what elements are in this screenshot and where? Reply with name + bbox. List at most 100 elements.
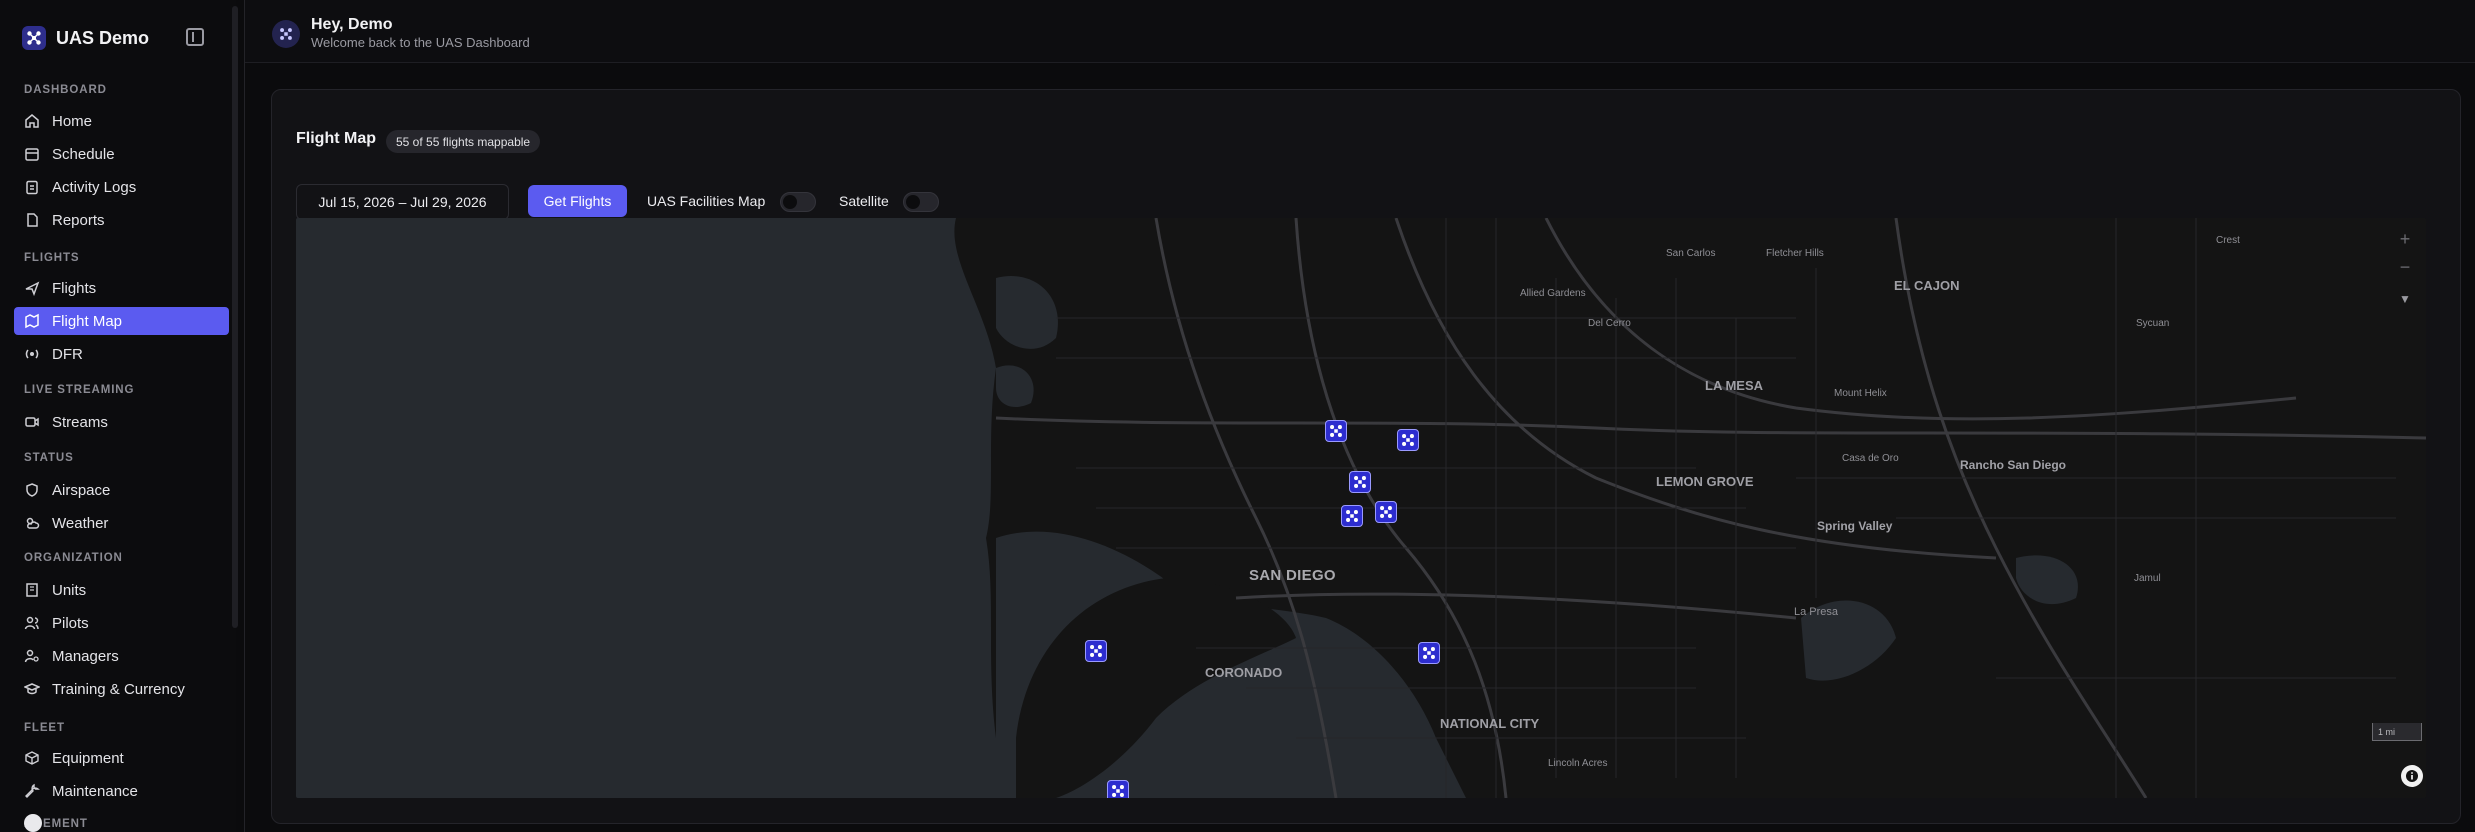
place-label: LEMON GROVE <box>1656 474 1754 489</box>
flight-marker[interactable] <box>1085 640 1107 662</box>
zoom-out-button[interactable]: − <box>2392 254 2418 280</box>
brand[interactable]: UAS Demo <box>22 26 149 50</box>
drone-icon <box>1112 785 1124 797</box>
users-icon <box>24 615 40 631</box>
sidebar-item-managers[interactable]: Managers <box>14 642 229 670</box>
sidebar-item-pilots[interactable]: Pilots <box>14 609 229 637</box>
get-flights-button[interactable]: Get Flights <box>528 185 627 217</box>
place-label: EL CAJON <box>1894 278 1960 293</box>
greeting-subtitle: Welcome back to the UAS Dashboard <box>311 35 530 50</box>
place-label: CORONADO <box>1205 665 1283 680</box>
clipboard-icon <box>24 179 40 195</box>
calendar-icon <box>24 146 40 162</box>
sidebar-item-label: Airspace <box>52 481 111 499</box>
drone-icon <box>1090 645 1102 657</box>
flight-marker[interactable] <box>1375 501 1397 523</box>
facilities-toggle[interactable] <box>780 192 816 212</box>
user-cog-icon <box>24 648 40 664</box>
sidebar-item-label: Schedule <box>52 145 115 163</box>
place-label: NATIONAL CITY <box>1440 716 1540 731</box>
place-label: Lincoln Acres <box>1548 758 1608 769</box>
map-icon <box>24 313 40 329</box>
flight-map[interactable]: SAN DIEGO CORONADO NATIONAL CITY LA MESA… <box>296 218 2426 798</box>
zoom-in-button[interactable]: + <box>2392 226 2418 252</box>
flight-marker[interactable] <box>1397 429 1419 451</box>
attribution-info-icon[interactable] <box>2401 765 2423 787</box>
drone-icon <box>1402 434 1414 446</box>
drone-icon <box>1423 647 1435 659</box>
management-icon <box>24 814 42 832</box>
nav-section-title: FLIGHTS <box>24 252 80 264</box>
weather-icon <box>24 515 40 531</box>
sidebar-item-maintenance[interactable]: Maintenance <box>14 777 229 805</box>
place-label: San Carlos <box>1666 248 1716 259</box>
place-label: Crest <box>2216 235 2240 246</box>
sidebar-item-home[interactable]: Home <box>14 107 229 135</box>
place-label: Jamul <box>2134 573 2161 584</box>
flight-marker[interactable] <box>1418 642 1440 664</box>
sidebar-item-units[interactable]: Units <box>14 576 229 604</box>
flight-marker[interactable] <box>1341 505 1363 527</box>
radio-icon <box>24 346 40 362</box>
place-label: La Presa <box>1794 606 1839 618</box>
place-label: SAN DIEGO <box>1249 567 1336 584</box>
building-icon <box>24 582 40 598</box>
drone-icon <box>1354 476 1366 488</box>
compass-button[interactable]: ▼ <box>2392 286 2418 312</box>
sidebar-item-label: Streams <box>52 413 108 431</box>
date-range-picker[interactable]: Jul 15, 2026 – Jul 29, 2026 <box>296 184 509 220</box>
sidebar-item-reports[interactable]: Reports <box>14 206 229 234</box>
sidebar-scrollbar[interactable] <box>232 6 238 628</box>
sidebar-item-label: Activity Logs <box>52 178 137 196</box>
mappable-count-badge: 55 of 55 flights mappable <box>386 130 541 153</box>
flight-marker[interactable] <box>1349 471 1371 493</box>
sidebar-item-flight-map[interactable]: Flight Map <box>14 307 229 335</box>
plane-icon <box>24 280 40 296</box>
page-title: Flight Map <box>296 130 376 147</box>
shield-icon <box>24 482 40 498</box>
place-label: Spring Valley <box>1817 519 1893 533</box>
nav-section-title: ORGANIZATION <box>24 552 123 564</box>
sidebar-item-dfr[interactable]: DFR <box>14 340 229 368</box>
facilities-toggle-label: UAS Facilities Map <box>647 193 766 209</box>
drone-icon <box>1380 506 1392 518</box>
nav-section-title: STATUS <box>24 452 74 464</box>
sidebar: UAS Demo DASHBOARD Home Schedule Activity L… <box>0 0 236 832</box>
satellite-toggle[interactable] <box>903 192 939 212</box>
home-icon <box>24 113 40 129</box>
avatar[interactable] <box>272 20 300 48</box>
sidebar-item-label: Flight Map <box>52 312 123 330</box>
box-icon <box>24 750 40 766</box>
file-icon <box>24 212 40 228</box>
place-label: Rancho San Diego <box>1960 458 2067 472</box>
satellite-toggle-label: Satellite <box>839 193 889 209</box>
sidebar-item-label: Units <box>52 581 87 599</box>
sidebar-divider <box>244 0 245 832</box>
greeting: Hey, Demo <box>311 16 393 33</box>
flight-marker[interactable] <box>1325 420 1347 442</box>
nav-section-title: LIVE STREAMING <box>24 384 135 396</box>
sidebar-item-label: Training & Currency <box>52 680 185 698</box>
sidebar-toggle-icon[interactable] <box>186 28 204 46</box>
sidebar-item-label: DFR <box>52 345 83 363</box>
wrench-icon <box>24 783 40 799</box>
sidebar-item-equipment[interactable]: Equipment <box>14 744 229 772</box>
sidebar-item-label: Equipment <box>52 749 124 767</box>
sidebar-item-weather[interactable]: Weather <box>14 509 229 537</box>
place-label: Mount Helix <box>1834 388 1887 399</box>
sidebar-item-streams[interactable]: Streams <box>14 408 229 436</box>
sidebar-item-training-currency[interactable]: Training & Currency <box>14 675 229 703</box>
flight-marker[interactable] <box>1107 780 1129 798</box>
place-label: LA MESA <box>1705 378 1764 393</box>
sidebar-item-flights[interactable]: Flights <box>14 274 229 302</box>
nav-section-title: DASHBOARD <box>24 84 107 96</box>
sidebar-item-label: Home <box>52 112 93 130</box>
place-label: Sycuan <box>2136 318 2170 329</box>
sidebar-item-airspace[interactable]: Airspace <box>14 476 229 504</box>
sidebar-item-activity-logs[interactable]: Activity Logs <box>14 173 229 201</box>
graduation-cap-icon <box>24 681 40 697</box>
sidebar-item-label: Managers <box>52 647 119 665</box>
sidebar-item-schedule[interactable]: Schedule <box>14 140 229 168</box>
video-icon <box>24 414 40 430</box>
drone-logo-icon <box>22 26 46 50</box>
